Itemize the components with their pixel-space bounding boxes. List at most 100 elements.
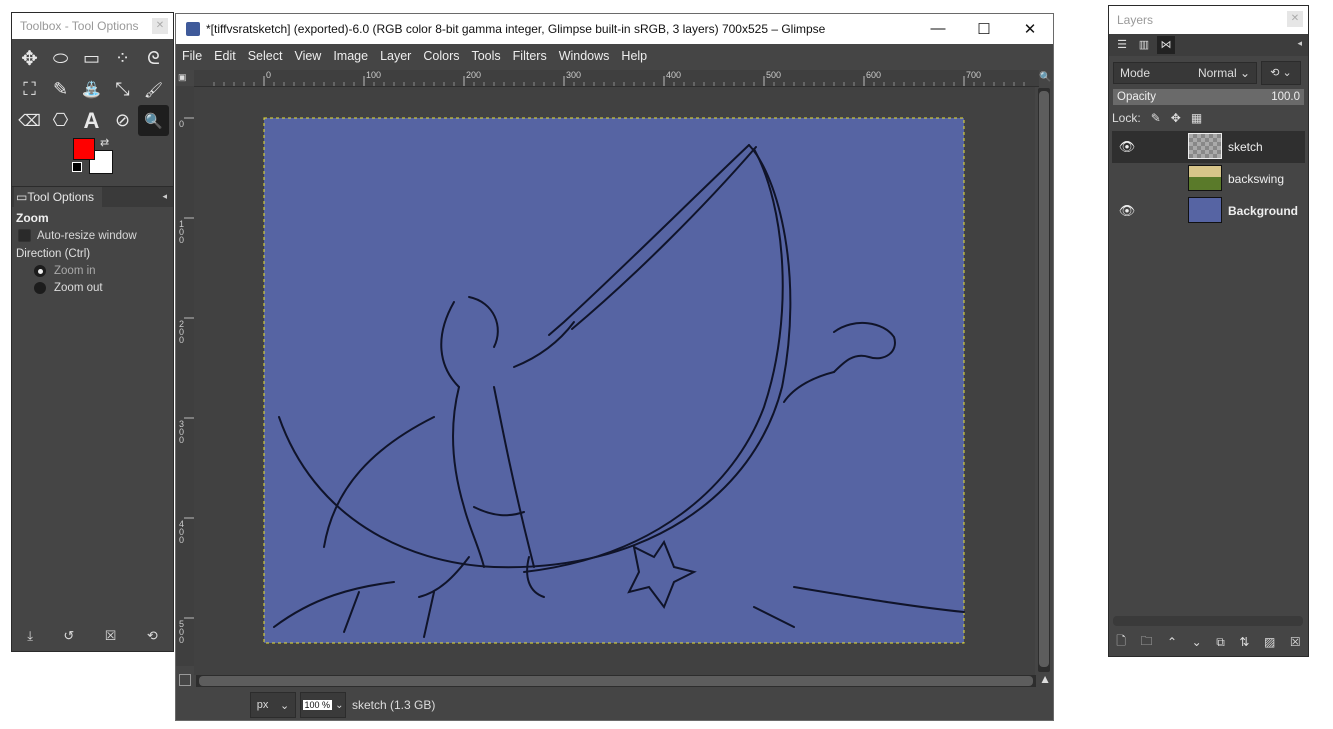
close-icon[interactable]: ✕ [1287, 11, 1303, 27]
checkbox-box[interactable] [18, 229, 31, 242]
menu-filters[interactable]: Filters [513, 49, 547, 63]
close-icon[interactable]: ✕ [1007, 20, 1053, 38]
rect-select-tool-icon[interactable]: ▭ [76, 43, 107, 74]
fuzzy-select-tool-icon[interactable]: ⁘ [107, 43, 138, 74]
tool-options-panel: Zoom Auto-resize window Direction (Ctrl)… [12, 207, 173, 294]
canvas-area[interactable] [194, 87, 1035, 675]
image-window-titlebar[interactable]: *[tiffvsratsketch] (exported)-6.0 (RGB c… [176, 14, 1053, 44]
zoom-out-radio[interactable]: Zoom out [34, 282, 173, 294]
clone-tool-icon[interactable]: ⛲ [76, 74, 107, 105]
menu-tools[interactable]: Tools [471, 49, 500, 63]
new-layer-icon[interactable]: 🗋 [1116, 632, 1126, 653]
menu-image[interactable]: Image [333, 49, 368, 63]
zoom-tool-icon[interactable]: 🔍 [138, 105, 169, 136]
layers-tab-icon[interactable]: ☰ [1113, 36, 1131, 54]
layer-row[interactable]: backswing [1112, 163, 1305, 195]
delete-layer-icon[interactable]: ☒ [1290, 635, 1301, 649]
menu-help[interactable]: Help [621, 49, 647, 63]
radio-dot[interactable] [34, 265, 46, 277]
tab-menu-icon[interactable]: ◂ [162, 191, 167, 202]
quick-mask-icon[interactable]: ▣ [178, 72, 190, 84]
menu-layer[interactable]: Layer [380, 49, 411, 63]
zoom-fit-icon[interactable]: 🔍 [1039, 72, 1051, 84]
navigate-arrow-icon[interactable]: ▲ [1039, 672, 1051, 686]
raise-layer-icon[interactable]: ⌃ [1167, 635, 1177, 649]
text-tool-icon[interactable]: A [76, 105, 107, 136]
layers-dock-tabs: ☰ ▥ ⋈ ◂ [1109, 34, 1308, 56]
horizontal-ruler[interactable]: 0 100 200 300 400 500 600 700 [194, 70, 1039, 87]
toolbox-titlebar[interactable]: Toolbox - Tool Options ✕ [12, 13, 173, 39]
restore-preset-icon[interactable]: ↺ [63, 628, 74, 644]
tab-menu-icon[interactable]: ◂ [1297, 38, 1302, 49]
tab-tool-options[interactable]: ▭Tool Options [14, 187, 102, 207]
ellipse-select-tool-icon[interactable]: ⬭ [45, 43, 76, 74]
layers-scrollbar[interactable] [1113, 616, 1303, 626]
reset-colors-icon[interactable] [72, 162, 82, 172]
menu-windows[interactable]: Windows [559, 49, 610, 63]
ruler-label: 200 [179, 319, 185, 345]
menubar: File Edit Select View Image Layer Colors… [176, 44, 1053, 68]
zoom-value[interactable]: 100 % [302, 700, 333, 710]
color-picker-tool-icon[interactable]: ⊘ [107, 105, 138, 136]
anchor-layer-icon[interactable]: ⇅ [1239, 635, 1249, 649]
menu-view[interactable]: View [294, 49, 321, 63]
minimize-icon[interactable]: — [915, 20, 961, 38]
mask-icon[interactable]: ▨ [1264, 635, 1275, 649]
ruler-label: 500 [766, 70, 782, 80]
paintbrush-tool-icon[interactable]: 🖌 [138, 74, 169, 105]
move-tool-icon[interactable]: ✥ [14, 43, 45, 74]
free-select-tool-icon[interactable]: ᘓ [138, 43, 169, 74]
swap-colors-icon[interactable]: ⇄ [100, 136, 109, 149]
layers-titlebar[interactable]: Layers ✕ [1109, 6, 1308, 34]
navigate-icon[interactable] [179, 674, 191, 686]
lower-layer-icon[interactable]: ⌄ [1192, 635, 1202, 649]
paths-tab-icon[interactable]: ⋈ [1157, 36, 1175, 54]
reset-options-icon[interactable]: ⟲ [147, 628, 158, 644]
pencil-tool-icon[interactable]: ✎ [45, 74, 76, 105]
layer-row[interactable]: 👁 Background [1112, 195, 1305, 227]
auto-resize-checkbox[interactable]: Auto-resize window [18, 229, 173, 242]
menu-edit[interactable]: Edit [214, 49, 236, 63]
menu-file[interactable]: File [182, 49, 202, 63]
bucket-fill-tool-icon[interactable]: ⛶ [14, 74, 45, 105]
lock-position-icon[interactable]: ✥ [1171, 111, 1181, 125]
eye-icon[interactable]: 👁 [1112, 139, 1142, 155]
ruler-label: 0 [179, 119, 185, 129]
vertical-ruler[interactable]: 0 100 200 300 400 500 [176, 86, 194, 666]
tab-label: Tool Options [27, 190, 95, 204]
menu-colors[interactable]: Colors [423, 49, 459, 63]
paths-tool-icon[interactable]: ⎔ [45, 105, 76, 136]
lock-pixels-icon[interactable]: ✎ [1151, 111, 1161, 125]
delete-preset-icon[interactable]: ☒ [105, 628, 117, 644]
menu-select[interactable]: Select [248, 49, 283, 63]
composite-mode-select[interactable]: ⟲ ⌄ [1261, 61, 1301, 85]
unit-value: px [256, 699, 269, 711]
zoom-select[interactable]: 100 % ⌄ [300, 692, 346, 718]
mode-label: Mode [1120, 66, 1151, 80]
radio-dot[interactable] [34, 282, 46, 294]
eraser-tool-icon[interactable]: ⌫ [14, 105, 45, 136]
transform-tool-icon[interactable]: ⤡ [107, 74, 138, 105]
horizontal-scrollbar[interactable] [196, 675, 1036, 687]
save-preset-icon[interactable]: ⤓ [27, 628, 33, 644]
scrollbar-thumb[interactable] [199, 676, 1033, 686]
close-icon[interactable]: ✕ [152, 18, 168, 34]
vertical-scrollbar[interactable] [1038, 88, 1050, 672]
foreground-color-swatch[interactable] [73, 138, 95, 160]
lock-alpha-icon[interactable]: ▦ [1191, 111, 1202, 125]
zoom-in-radio[interactable]: Zoom in [34, 265, 173, 277]
maximize-icon[interactable]: ☐ [961, 20, 1007, 38]
new-group-icon[interactable]: 🗀 [1140, 632, 1152, 653]
eye-icon[interactable]: 👁 [1112, 203, 1142, 219]
scrollbar-thumb[interactable] [1039, 91, 1049, 667]
layer-row[interactable]: 👁 sketch [1112, 131, 1305, 163]
duplicate-layer-icon[interactable]: ⧉ [1216, 635, 1225, 650]
ruler-label: 0 [266, 70, 272, 80]
layer-list: 👁 sketch backswing 👁 Background [1109, 131, 1308, 227]
layer-name: backswing [1228, 172, 1285, 186]
channels-tab-icon[interactable]: ▥ [1135, 36, 1153, 54]
opacity-value[interactable]: 100.0 [1271, 91, 1300, 103]
unit-select[interactable]: px ⌄ [250, 692, 296, 718]
opacity-spinner[interactable]: Opacity 100.0 [1113, 89, 1304, 105]
mode-select[interactable]: Mode Normal ⌄ [1113, 62, 1257, 84]
